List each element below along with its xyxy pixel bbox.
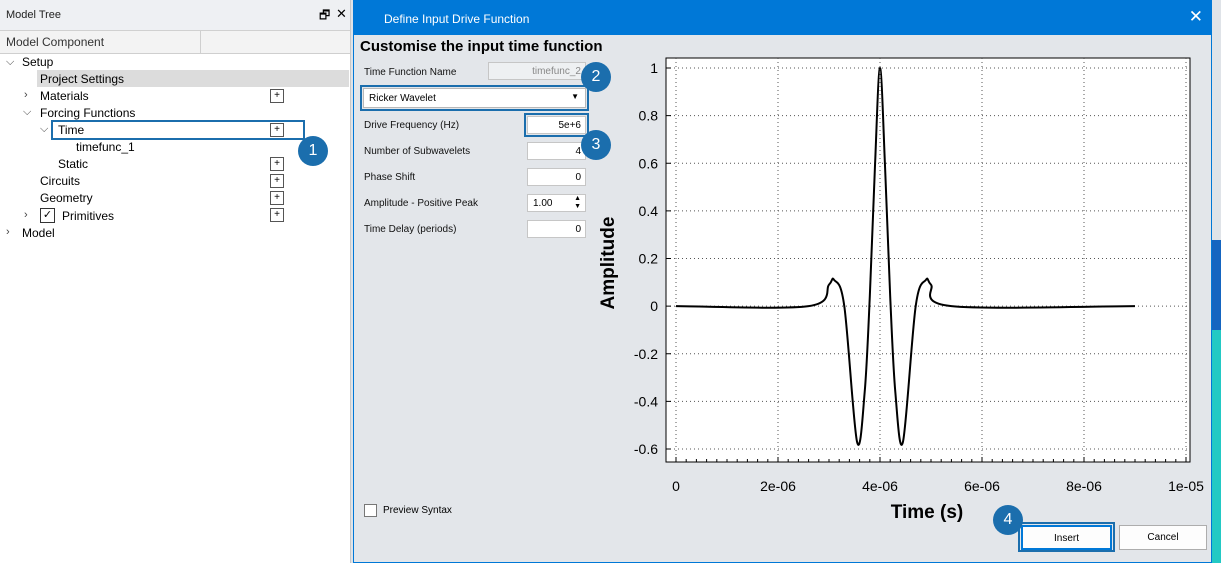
tree-column-header[interactable]: Model Component	[0, 31, 350, 54]
time-delay-input[interactable]: 0	[527, 220, 586, 238]
tree-item-circuits[interactable]: Circuits	[40, 174, 80, 191]
add-material-button[interactable]: +	[270, 89, 284, 103]
x-tick-label: 8e-06	[1066, 478, 1102, 494]
primitives-checkbox[interactable]: ✓	[40, 208, 55, 223]
cancel-button[interactable]: Cancel	[1119, 525, 1207, 550]
y-tick-label: 0.4	[639, 203, 659, 219]
callout-highlight-2	[360, 85, 589, 111]
drive-frequency-label: Drive Frequency (Hz)	[364, 120, 460, 131]
tree-item-primitives[interactable]: Primitives	[62, 209, 114, 226]
add-circuit-button[interactable]: +	[270, 174, 284, 188]
tree-item-geometry[interactable]: Geometry	[40, 191, 93, 208]
time-function-name-label: Time Function Name	[364, 67, 457, 78]
x-axis-ticks: 0 2e-06 4e-06 6e-06 8e-06 1e-05	[672, 457, 1204, 494]
subwavelets-label: Number of Subwavelets	[364, 146, 471, 157]
callout-highlight-3	[524, 113, 589, 137]
y-tick-label: -0.6	[634, 441, 658, 457]
x-tick-label: 2e-06	[760, 478, 796, 494]
define-input-drive-function-dialog: Define Input Drive Function ✕ Customise …	[353, 0, 1212, 563]
tree-item-model[interactable]: Model	[22, 226, 55, 243]
close-icon[interactable]: ✕	[336, 6, 347, 22]
y-tick-label: -0.4	[634, 393, 658, 409]
tree-item-setup[interactable]: Setup	[22, 55, 53, 72]
chevron-down-icon[interactable]: ⌵	[40, 123, 48, 136]
preview-syntax-checkbox[interactable]	[364, 504, 377, 517]
preview-syntax-label: Preview Syntax	[383, 505, 452, 517]
amplitude-label: Amplitude - Positive Peak	[364, 198, 478, 209]
tree-item-timefunc-1[interactable]: timefunc_1	[76, 140, 135, 157]
tree-item-materials[interactable]: Materials	[40, 89, 89, 106]
callout-highlight-1	[51, 120, 305, 140]
subwavelets-input[interactable]: 4	[527, 142, 586, 160]
phase-shift-label: Phase Shift	[364, 172, 416, 183]
add-primitive-button[interactable]: +	[270, 208, 284, 222]
time-function-name-input[interactable]: timefunc_2	[488, 62, 586, 80]
y-tick-label: 1	[650, 60, 658, 76]
chevron-right-icon[interactable]: ›	[24, 209, 28, 221]
pin-icon[interactable]: 🗗	[319, 6, 330, 27]
model-tree-panel: Model Tree 🗗 ✕ Model Component ⌵ Setup P…	[0, 0, 351, 563]
add-static-button[interactable]: +	[270, 157, 284, 171]
spin-arrows-icon[interactable]: ▲ ▼	[574, 195, 581, 211]
amplitude-value: 1.00	[533, 198, 553, 209]
model-tree-titlebar: Model Tree 🗗 ✕	[0, 0, 350, 31]
tree-item-project-settings[interactable]: Project Settings	[40, 72, 124, 89]
y-tick-label: 0	[650, 298, 658, 314]
y-axis-label: Amplitude	[598, 217, 619, 310]
close-icon[interactable]: ✕	[1189, 7, 1203, 27]
y-tick-label: -0.2	[634, 346, 658, 362]
tree-item-static[interactable]: Static	[58, 157, 88, 174]
wavelet-chart: 1 0.8 0.6 0.4 0.2 0 -0.2 -0.4 -0.6 0 2e-06 4e-06 6e…	[598, 57, 1204, 523]
background-window-edge-cyan	[1212, 330, 1221, 563]
dialog-titlebar[interactable]: Define Input Drive Function ✕	[354, 1, 1211, 35]
chevron-right-icon[interactable]: ›	[6, 226, 10, 238]
column-header-label: Model Component	[6, 35, 105, 49]
x-tick-label: 0	[672, 478, 680, 494]
model-tree-title: Model Tree	[6, 9, 62, 21]
background-window-edge	[1212, 240, 1221, 330]
dialog-title: Define Input Drive Function	[384, 12, 530, 26]
callout-badge-1: 1	[298, 136, 328, 166]
column-separator[interactable]	[200, 31, 201, 53]
y-tick-label: 0.6	[639, 155, 659, 171]
x-tick-label: 6e-06	[964, 478, 1000, 494]
y-tick-label: 0.8	[639, 108, 659, 124]
callout-badge-4: 4	[993, 505, 1023, 535]
add-geometry-button[interactable]: +	[270, 191, 284, 205]
amplitude-spinbox[interactable]: 1.00 ▲ ▼	[527, 194, 586, 212]
time-delay-label: Time Delay (periods)	[364, 224, 457, 235]
callout-highlight-4	[1018, 522, 1115, 552]
x-axis-label: Time (s)	[891, 502, 964, 523]
preview-syntax-option[interactable]: Preview Syntax	[364, 504, 452, 517]
chevron-down-icon[interactable]: ⌵	[23, 106, 31, 119]
dialog-heading: Customise the input time function	[360, 38, 603, 55]
x-tick-label: 1e-05	[1168, 478, 1204, 494]
phase-shift-input[interactable]: 0	[527, 168, 586, 186]
y-tick-label: 0.2	[639, 251, 659, 267]
plot-area	[665, 57, 1191, 463]
chevron-right-icon[interactable]: ›	[24, 89, 28, 101]
x-tick-label: 4e-06	[862, 478, 898, 494]
y-axis-ticks: 1 0.8 0.6 0.4 0.2 0 -0.2 -0.4 -0.6	[634, 60, 671, 457]
chevron-down-icon[interactable]: ⌵	[6, 56, 14, 69]
